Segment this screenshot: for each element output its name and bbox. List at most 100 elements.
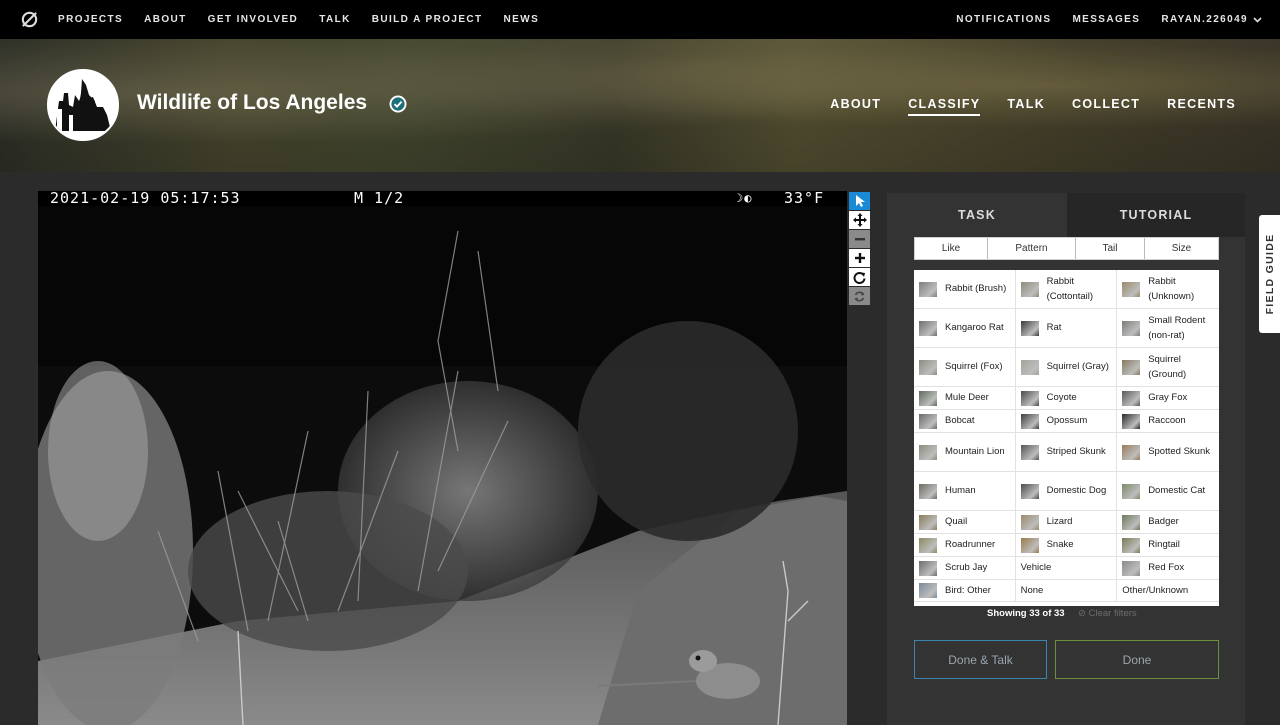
species-label: Opossum	[1046, 415, 1088, 427]
species-choice[interactable]: Red Fox	[1117, 557, 1219, 579]
nav-get-involved[interactable]: GET INVOLVED	[208, 14, 299, 25]
project-avatar[interactable]	[47, 69, 119, 141]
species-label: Quail	[945, 516, 968, 528]
nav-projects[interactable]: PROJECTS	[58, 14, 123, 25]
filter-bar: Like Pattern Tail Size	[914, 237, 1219, 260]
species-choice[interactable]: Vehicle	[1016, 557, 1118, 579]
species-choice[interactable]: Striped Skunk	[1016, 433, 1118, 471]
nav-talk[interactable]: TALK	[319, 14, 351, 25]
species-label: Other/Unknown	[1122, 584, 1189, 596]
choice-row: Mountain Lion Striped Skunk Spotted Skunk	[914, 433, 1219, 472]
filter-size[interactable]: Size	[1145, 238, 1218, 259]
species-choice[interactable]: Lizard	[1016, 511, 1118, 533]
species-thumbnail	[1020, 514, 1039, 530]
chevron-down-icon	[1253, 16, 1262, 23]
species-choice[interactable]: Raccoon	[1117, 410, 1219, 432]
species-choice[interactable]: Badger	[1117, 511, 1219, 533]
species-thumbnail	[1020, 281, 1039, 297]
species-choice[interactable]: Mountain Lion	[914, 433, 1016, 471]
species-choice[interactable]: Snake	[1016, 534, 1118, 556]
project-nav-recents[interactable]: RECENTS	[1167, 97, 1236, 116]
field-guide-tab[interactable]: FIELD GUIDE	[1259, 215, 1280, 333]
species-choice[interactable]: Bird: Other	[914, 580, 1016, 601]
done-button[interactable]: Done	[1055, 640, 1219, 679]
nav-build-a-project[interactable]: BUILD A PROJECT	[372, 14, 483, 25]
species-choice[interactable]: Roadrunner	[914, 534, 1016, 556]
species-label: Rabbit (Brush)	[945, 283, 1007, 295]
filter-tail[interactable]: Tail	[1076, 238, 1145, 259]
username: RAYAN.226049	[1161, 14, 1248, 25]
species-choice[interactable]: Mule Deer	[914, 387, 1016, 409]
reset-icon[interactable]	[849, 287, 870, 305]
zoom-out-icon[interactable]	[849, 230, 870, 248]
user-menu[interactable]: RAYAN.226049	[1161, 14, 1262, 25]
species-label: Squirrel (Ground)	[1148, 353, 1187, 381]
species-label: Badger	[1148, 516, 1179, 528]
species-label: Striped Skunk	[1046, 446, 1106, 458]
project-nav-collect[interactable]: COLLECT	[1072, 97, 1140, 116]
species-label: Ringtail	[1148, 539, 1180, 551]
species-choice[interactable]: Ringtail	[1117, 534, 1219, 556]
done-and-talk-button[interactable]: Done & Talk	[914, 640, 1047, 679]
species-choice[interactable]: None	[1016, 580, 1118, 601]
species-choice[interactable]: Small Rodent (non-rat)	[1117, 309, 1219, 347]
nav-news[interactable]: NEWS	[504, 14, 540, 25]
species-choice[interactable]: Gray Fox	[1117, 387, 1219, 409]
zooniverse-logo-icon[interactable]	[20, 10, 39, 29]
species-choice[interactable]: Other/Unknown	[1117, 580, 1219, 601]
species-thumbnail	[1020, 413, 1039, 429]
choice-row: Bird: Other None Other/Unknown	[914, 580, 1219, 602]
clear-filters-link[interactable]: ⊘ Clear filters	[1078, 608, 1137, 619]
subject-image[interactable]	[38, 191, 847, 725]
notifications-link[interactable]: NOTIFICATIONS	[956, 14, 1051, 25]
species-label: Spotted Skunk	[1148, 446, 1210, 458]
rotate-icon[interactable]	[849, 268, 870, 286]
project-nav-classify[interactable]: CLASSIFY	[908, 97, 981, 116]
species-choice[interactable]: Kangaroo Rat	[914, 309, 1016, 347]
species-choice[interactable]: Opossum	[1016, 410, 1118, 432]
nav-about[interactable]: ABOUT	[144, 14, 187, 25]
species-choice[interactable]: Bobcat	[914, 410, 1016, 432]
messages-link[interactable]: MESSAGES	[1072, 14, 1140, 25]
species-choice[interactable]: Rat	[1016, 309, 1118, 347]
site-nav: PROJECTS ABOUT GET INVOLVED TALK BUILD A…	[58, 0, 560, 39]
photo-mode: M 1/2	[354, 189, 405, 207]
species-choice[interactable]: Rabbit (Brush)	[914, 270, 1016, 308]
viewer-toolbar	[849, 192, 872, 306]
project-nav-talk[interactable]: TALK	[1007, 97, 1045, 116]
species-choice[interactable]: Domestic Cat	[1117, 472, 1219, 510]
species-choice[interactable]: Squirrel (Fox)	[914, 348, 1016, 386]
species-choice[interactable]: Quail	[914, 511, 1016, 533]
species-choice[interactable]: Human	[914, 472, 1016, 510]
species-thumbnail	[919, 320, 937, 336]
species-choice[interactable]: Domestic Dog	[1016, 472, 1118, 510]
species-thumbnail	[1122, 390, 1141, 406]
species-label: Bobcat	[945, 415, 975, 427]
moon-phase-icon: ☽◐	[736, 191, 753, 205]
tab-tutorial[interactable]: TUTORIAL	[1067, 193, 1245, 237]
species-choice[interactable]: Rabbit (Unknown)	[1117, 270, 1219, 308]
pointer-icon[interactable]	[849, 192, 870, 210]
species-choice[interactable]: Spotted Skunk	[1117, 433, 1219, 471]
project-nav-about[interactable]: ABOUT	[830, 97, 881, 116]
species-thumbnail	[1020, 444, 1039, 460]
project-title[interactable]: Wildlife of Los Angeles	[137, 91, 367, 115]
species-thumbnail	[1122, 359, 1141, 375]
tab-task[interactable]: TASK	[887, 193, 1067, 237]
species-thumbnail	[919, 583, 937, 598]
filter-pattern[interactable]: Pattern	[988, 238, 1076, 259]
pan-icon[interactable]	[849, 211, 870, 229]
zoom-in-icon[interactable]	[849, 249, 870, 267]
species-choice[interactable]: Rabbit (Cottontail)	[1016, 270, 1118, 308]
species-label: Rat	[1046, 322, 1062, 334]
species-label: Coyote	[1046, 392, 1077, 404]
species-choice[interactable]: Scrub Jay	[914, 557, 1016, 579]
species-choice[interactable]: Coyote	[1016, 387, 1118, 409]
filter-like[interactable]: Like	[915, 238, 988, 259]
species-choice[interactable]: Squirrel (Ground)	[1117, 348, 1219, 386]
species-label: Red Fox	[1148, 562, 1185, 574]
species-choice[interactable]: Squirrel (Gray)	[1016, 348, 1118, 386]
choice-row: Human Domestic Dog Domestic Cat	[914, 472, 1219, 511]
species-thumbnail	[919, 483, 937, 499]
species-label: None	[1020, 584, 1044, 596]
